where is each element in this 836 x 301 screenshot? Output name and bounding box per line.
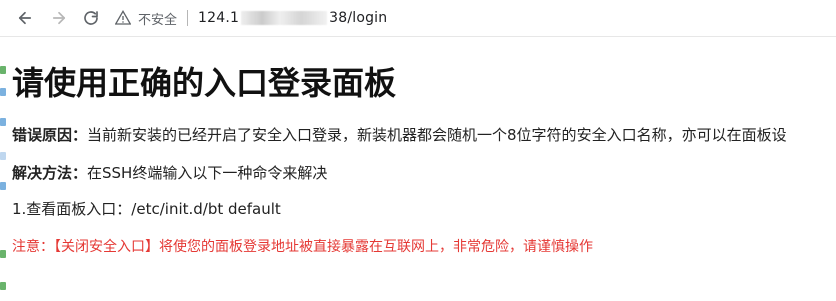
- reload-icon: [84, 11, 98, 25]
- error-reason-text: 当前新安装的已经开启了安全入口登录，新装机器都会随机一个8位字符的安全入口名称，…: [87, 126, 787, 144]
- page-content: 请使用正确的入口登录面板 错误原因：当前新安装的已经开启了安全入口登录，新装机器…: [0, 36, 836, 301]
- left-edge-mark: [0, 250, 6, 258]
- left-edge-marks: [0, 36, 6, 301]
- error-reason-line: 错误原因：当前新安装的已经开启了安全入口登录，新装机器都会随机一个8位字符的安全…: [12, 124, 787, 145]
- arrow-right-icon: [52, 11, 66, 25]
- arrow-left-icon: [18, 11, 32, 25]
- solution-text: 在SSH终端输入以下一种命令来解决: [87, 164, 328, 182]
- address-divider: [187, 10, 189, 26]
- warning-icon: [114, 9, 132, 27]
- back-button[interactable]: [14, 7, 36, 29]
- left-edge-mark: [0, 152, 6, 160]
- security-notice: 注意：【关闭安全入口】将使您的面板登录地址被直接暴露在互联网上，非常危险，请谨慎…: [12, 239, 593, 255]
- reload-button[interactable]: [80, 7, 102, 29]
- address-bar[interactable]: 不安全 124.1 38/login: [112, 4, 836, 32]
- page-title: 请使用正确的入口登录面板: [12, 64, 397, 102]
- solution-label: 解决方法：: [12, 164, 88, 182]
- url-prefix: 124.1: [198, 10, 240, 26]
- left-edge-mark: [0, 182, 6, 190]
- left-edge-mark: [0, 88, 6, 96]
- forward-button[interactable]: [48, 7, 70, 29]
- url-suffix: 38/login: [329, 10, 388, 26]
- browser-toolbar: 不安全 124.1 38/login: [0, 0, 836, 37]
- redacted-url-segment: [241, 11, 328, 25]
- left-edge-mark: [0, 66, 6, 74]
- error-reason-label: 错误原因：: [12, 126, 88, 144]
- step-1-line: 1.查看面板入口：/etc/init.d/bt default: [12, 200, 281, 218]
- url-text[interactable]: 124.1 38/login: [198, 10, 387, 26]
- solution-line: 解决方法：在SSH终端输入以下一种命令来解决: [12, 162, 327, 183]
- left-edge-mark: [0, 282, 6, 290]
- insecure-label: 不安全: [138, 12, 178, 28]
- left-edge-mark: [0, 118, 6, 126]
